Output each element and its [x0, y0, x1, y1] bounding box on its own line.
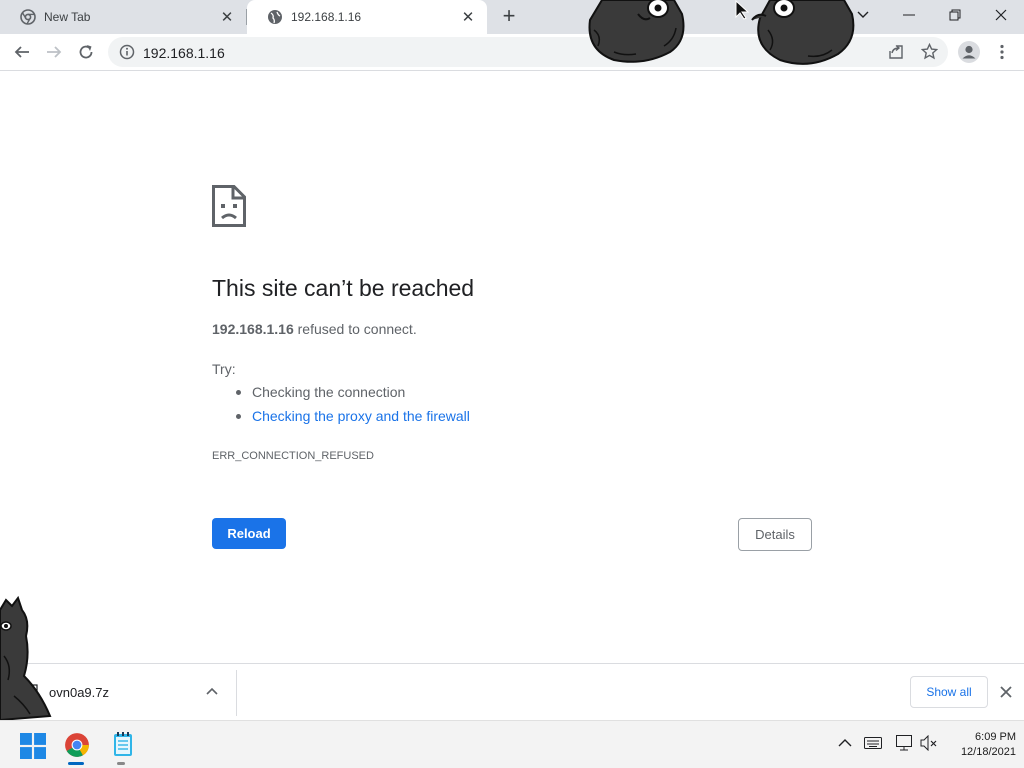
active-app-indicator — [68, 762, 84, 765]
download-shelf: 7 ovn0a9.7z Show all — [0, 663, 1024, 720]
share-icon[interactable] — [888, 44, 904, 60]
back-icon[interactable] — [8, 38, 36, 66]
system-clock[interactable]: 6:09 PM 12/18/2021 — [946, 730, 1016, 760]
browser-toolbar: 192.168.1.16 — [0, 34, 1024, 71]
try-label: Try: — [212, 361, 236, 377]
error-description: 192.168.1.16 refused to connect. — [212, 321, 417, 337]
close-icon[interactable] — [978, 0, 1024, 30]
download-file-name: ovn0a9.7z — [49, 685, 109, 700]
desktop-pet-creature[interactable] — [584, 0, 696, 64]
error-title: This site can’t be reached — [212, 275, 475, 301]
chrome-favicon-icon — [20, 9, 36, 25]
clock-date: 12/18/2021 — [960, 746, 1016, 758]
suggestion-item: Checking the proxy and the firewall — [234, 407, 470, 431]
keyboard-icon[interactable] — [864, 737, 882, 749]
profile-icon[interactable] — [955, 38, 983, 66]
error-host: 192.168.1.16 — [212, 321, 294, 337]
desktop-pet-creature[interactable] — [748, 0, 860, 66]
desktop-pet-creature[interactable] — [0, 596, 54, 720]
minimize-icon[interactable] — [886, 0, 932, 30]
tab-strip: New Tab ✕ 192.168.1.16 ✕ + — [0, 0, 1024, 34]
error-desc-text: refused to connect. — [293, 321, 417, 337]
clock-time: 6:09 PM — [975, 731, 1016, 743]
windows-start-icon[interactable] — [20, 733, 46, 759]
windows-taskbar: 6:09 PM 12/18/2021 — [0, 720, 1024, 768]
notepad-icon[interactable] — [110, 731, 136, 757]
tab-title: New Tab — [44, 10, 91, 24]
new-tab-button[interactable]: + — [497, 5, 521, 29]
show-all-button[interactable]: Show all — [910, 676, 988, 708]
globe-favicon-icon — [268, 10, 282, 24]
chrome-icon[interactable] — [64, 732, 90, 758]
running-app-indicator — [117, 762, 125, 765]
error-code: ERR_CONNECTION_REFUSED — [212, 450, 374, 462]
details-button[interactable]: Details — [738, 518, 812, 551]
sad-page-icon — [212, 185, 246, 227]
tab-active[interactable]: 192.168.1.16 ✕ — [247, 0, 487, 34]
close-shelf-icon[interactable] — [996, 682, 1016, 702]
reload-icon[interactable] — [72, 38, 100, 66]
address-text: 192.168.1.16 — [143, 45, 225, 61]
tab-close-icon[interactable]: ✕ — [218, 8, 236, 26]
info-icon[interactable] — [119, 44, 135, 60]
tab-title: 192.168.1.16 — [291, 10, 362, 24]
suggestion-text: Checking the connection — [252, 384, 406, 400]
forward-icon[interactable] — [40, 38, 68, 66]
volume-muted-icon[interactable] — [920, 735, 938, 751]
restore-icon[interactable] — [932, 0, 978, 30]
star-icon[interactable] — [921, 43, 938, 60]
proxy-firewall-link[interactable]: Checking the proxy and the firewall — [252, 408, 470, 424]
menu-icon[interactable] — [988, 38, 1016, 66]
error-page: This site can’t be reached 192.168.1.16 … — [0, 72, 1024, 663]
chevron-up-icon[interactable] — [838, 738, 852, 748]
chevron-up-icon[interactable] — [204, 684, 220, 700]
suggestion-item: Checking the connection — [234, 383, 470, 407]
tab-new-tab[interactable]: New Tab ✕ — [0, 0, 246, 34]
network-icon[interactable] — [896, 735, 914, 751]
suggestions-list: Checking the connection Checking the pro… — [234, 383, 470, 431]
reload-button[interactable]: Reload — [212, 518, 286, 549]
tab-close-icon[interactable]: ✕ — [459, 8, 477, 26]
